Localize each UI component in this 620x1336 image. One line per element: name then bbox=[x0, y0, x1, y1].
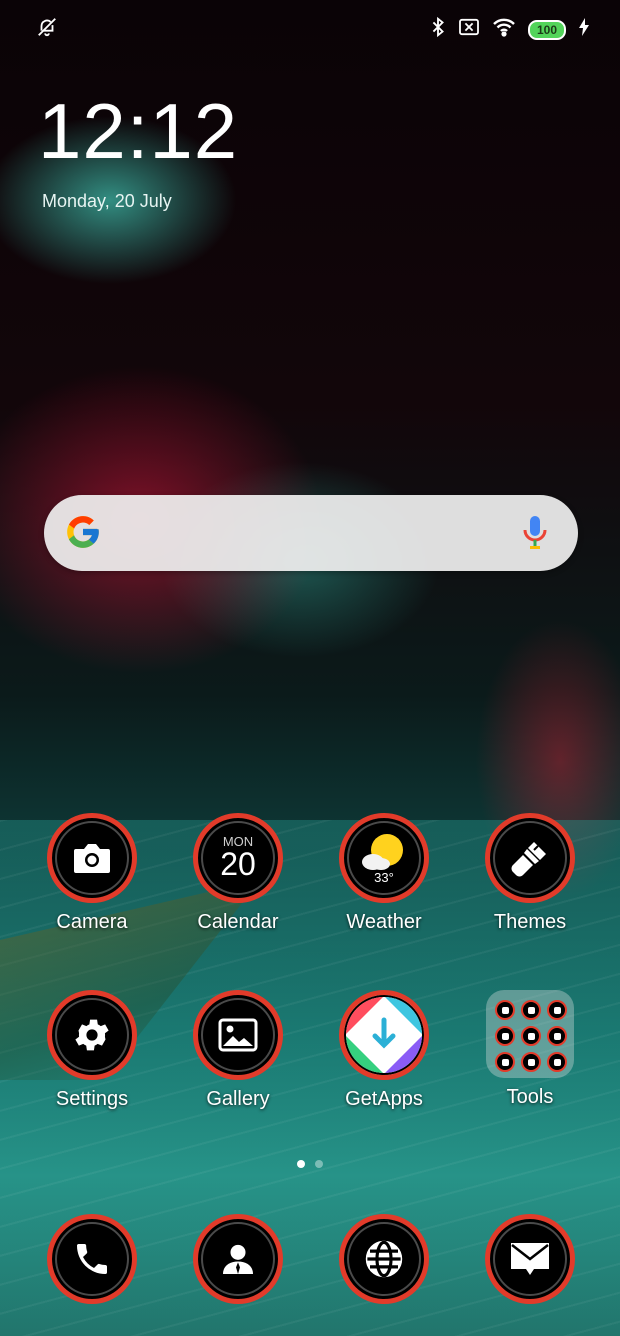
security-mini-icon bbox=[547, 1052, 567, 1072]
lightning-icon bbox=[578, 18, 590, 41]
brush-icon[interactable] bbox=[485, 813, 575, 903]
google-g-icon bbox=[64, 513, 102, 556]
battery-indicator: 100 bbox=[528, 19, 566, 40]
screenshot-mini-icon bbox=[547, 1000, 567, 1020]
calendar-date: 20 bbox=[220, 845, 256, 882]
dock-contacts[interactable] bbox=[178, 1214, 298, 1304]
app-label: Tools bbox=[506, 1086, 554, 1108]
image-icon[interactable] bbox=[193, 990, 283, 1080]
clock-mini-icon bbox=[521, 1000, 541, 1020]
no-sim-icon bbox=[458, 18, 480, 41]
app-calendar[interactable]: MON 20 Calendar bbox=[178, 813, 298, 934]
phone-icon[interactable] bbox=[47, 1214, 137, 1304]
getapps-icon[interactable] bbox=[339, 990, 429, 1080]
dock-messages[interactable] bbox=[470, 1214, 590, 1304]
app-label: Settings bbox=[55, 1088, 129, 1110]
notifications-muted-icon bbox=[36, 18, 58, 42]
app-label: GetApps bbox=[345, 1088, 423, 1110]
camera-icon[interactable] bbox=[47, 813, 137, 903]
page-indicator bbox=[0, 1160, 620, 1168]
google-search-bar[interactable] bbox=[44, 495, 578, 571]
android-mini-icon bbox=[547, 1026, 567, 1046]
weather-temperature: 33° bbox=[374, 869, 394, 885]
downloads-mini-icon bbox=[495, 1052, 515, 1072]
gear-icon[interactable] bbox=[47, 990, 137, 1080]
dock-phone[interactable] bbox=[32, 1214, 152, 1304]
recorder-mini-icon bbox=[495, 1026, 515, 1046]
screen-recorder-mini-icon bbox=[521, 1026, 541, 1046]
app-label: Weather bbox=[346, 911, 422, 933]
app-label: Themes bbox=[493, 911, 567, 933]
page-dot[interactable] bbox=[315, 1160, 323, 1168]
dock-browser[interactable] bbox=[324, 1214, 444, 1304]
app-label: Gallery bbox=[206, 1088, 270, 1110]
weather-icon[interactable]: 33° bbox=[339, 813, 429, 903]
bluetooth-icon bbox=[430, 16, 446, 43]
contacts-icon[interactable] bbox=[193, 1214, 283, 1304]
status-bar: 100 bbox=[0, 14, 620, 44]
messages-icon[interactable] bbox=[485, 1214, 575, 1304]
clock-date[interactable]: Monday, 20 July bbox=[42, 191, 172, 212]
browser-globe-icon[interactable] bbox=[339, 1214, 429, 1304]
app-weather[interactable]: 33° Weather bbox=[324, 813, 444, 934]
wifi-icon bbox=[492, 17, 516, 42]
page-dot-current[interactable] bbox=[297, 1160, 305, 1168]
app-themes[interactable]: Themes bbox=[470, 813, 590, 934]
microphone-icon[interactable] bbox=[522, 514, 548, 557]
app-camera[interactable]: Camera bbox=[32, 813, 152, 934]
compass-mini-icon bbox=[521, 1052, 541, 1072]
app-settings[interactable]: Settings bbox=[32, 990, 152, 1111]
calculator-mini-icon bbox=[495, 1000, 515, 1020]
app-gallery[interactable]: Gallery bbox=[178, 990, 298, 1111]
app-label: Camera bbox=[56, 911, 128, 933]
calendar-icon[interactable]: MON 20 bbox=[193, 813, 283, 903]
clock-time[interactable]: 12:12 bbox=[38, 92, 238, 170]
app-label: Calendar bbox=[197, 911, 279, 933]
folder-icon[interactable] bbox=[486, 990, 574, 1078]
app-getapps[interactable]: GetApps bbox=[324, 990, 444, 1111]
app-tools-folder[interactable]: Tools bbox=[470, 990, 590, 1109]
